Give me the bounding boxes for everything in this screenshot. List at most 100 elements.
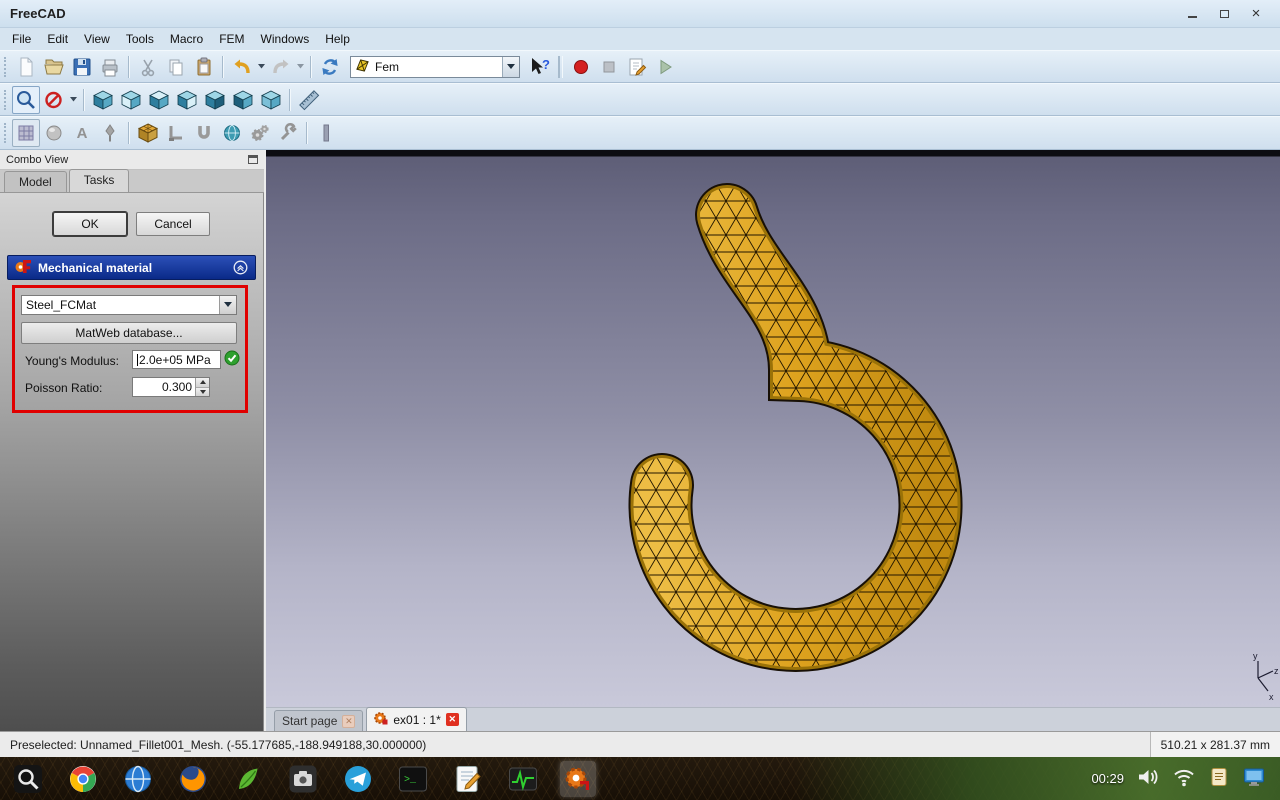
fem-hook-mesh[interactable]: [628, 183, 963, 672]
tab-start-page[interactable]: Start page ✕: [274, 710, 364, 731]
restore-button[interactable]: [1216, 6, 1232, 22]
axis-x-label: x: [1269, 692, 1274, 702]
front-view-icon[interactable]: [117, 86, 145, 114]
fem-toolbar: A: [0, 116, 1280, 150]
close-tab-icon[interactable]: ✕: [445, 713, 459, 726]
menu-windows[interactable]: Windows: [253, 29, 318, 49]
globe-icon[interactable]: [218, 119, 246, 147]
close-button[interactable]: ×: [1248, 6, 1264, 22]
magnet-icon[interactable]: [190, 119, 218, 147]
screenshot-icon[interactable]: [285, 761, 321, 797]
copy-icon[interactable]: [162, 53, 190, 81]
system-monitor-icon[interactable]: [505, 761, 541, 797]
combo-view-title: Combo View: [6, 153, 69, 166]
leaf-icon[interactable]: [230, 761, 266, 797]
firefox-icon[interactable]: [175, 761, 211, 797]
view-toolbar: [0, 83, 1280, 116]
menu-macro[interactable]: Macro: [162, 29, 211, 49]
sphere-icon[interactable]: [40, 119, 68, 147]
pin-icon[interactable]: [96, 119, 124, 147]
menu-view[interactable]: View: [76, 29, 118, 49]
tab-document-ex01[interactable]: ex01 : 1* ✕: [366, 707, 467, 731]
close-tab-icon[interactable]: ✕: [342, 714, 356, 728]
macro-record-icon[interactable]: [567, 53, 595, 81]
redo-icon[interactable]: [267, 53, 295, 81]
cut-icon[interactable]: [134, 53, 162, 81]
float-panel-icon[interactable]: [248, 155, 258, 164]
rear-view-icon[interactable]: [201, 86, 229, 114]
fit-all-icon[interactable]: [12, 85, 40, 114]
menu-file[interactable]: File: [4, 29, 39, 49]
toolbar-separator: [222, 55, 224, 78]
text-editor-icon[interactable]: [450, 761, 486, 797]
youngs-modulus-input[interactable]: 2.0e+05 MPa: [132, 350, 221, 369]
freecad-icon[interactable]: [560, 760, 596, 797]
search-icon[interactable]: [10, 761, 46, 797]
top-view-icon[interactable]: [145, 86, 173, 114]
grid-box-icon[interactable]: [12, 119, 40, 147]
save-icon[interactable]: [68, 53, 96, 81]
measure-icon[interactable]: [295, 86, 323, 114]
undo-dropdown-icon[interactable]: [256, 54, 267, 80]
mesh-cube-icon[interactable]: [134, 119, 162, 147]
minimize-button[interactable]: [1184, 6, 1200, 22]
macro-run-icon[interactable]: [651, 53, 679, 81]
spin-up-button[interactable]: [196, 378, 209, 388]
gears-icon[interactable]: [246, 119, 274, 147]
fem-document-icon: [374, 711, 388, 728]
material-select[interactable]: Steel_FCMat: [21, 295, 237, 315]
toolbar-handle[interactable]: [4, 56, 8, 77]
draw-style-icon[interactable]: [40, 86, 68, 114]
3d-viewport[interactable]: y z x: [266, 150, 1280, 707]
right-view-icon[interactable]: [173, 86, 201, 114]
paste-icon[interactable]: [190, 53, 218, 81]
left-view-icon[interactable]: [257, 86, 285, 114]
tab-tasks[interactable]: Tasks: [68, 169, 130, 192]
macro-edit-icon[interactable]: [623, 53, 651, 81]
mechanical-material-header[interactable]: Mechanical material: [7, 255, 256, 280]
collapse-section-icon[interactable]: [233, 260, 248, 275]
toolbar-handle[interactable]: [4, 89, 8, 110]
globe-browser-icon[interactable]: [120, 761, 156, 797]
bottom-view-icon[interactable]: [229, 86, 257, 114]
freecad-logo-icon: [15, 259, 32, 277]
column-icon[interactable]: [312, 119, 340, 147]
poisson-ratio-label: Poisson Ratio:: [25, 381, 103, 395]
workbench-dropdown-button[interactable]: [502, 56, 519, 77]
print-icon[interactable]: [96, 53, 124, 81]
menu-fem[interactable]: FEM: [211, 29, 252, 49]
terminal-icon[interactable]: >_: [395, 761, 431, 797]
tab-model[interactable]: Model: [4, 171, 67, 192]
cancel-button[interactable]: Cancel: [136, 212, 210, 236]
open-file-icon[interactable]: [40, 53, 68, 81]
ok-button[interactable]: OK: [53, 212, 127, 236]
whats-this-icon[interactable]: ?: [526, 53, 554, 81]
menu-help[interactable]: Help: [317, 29, 358, 49]
redo-dropdown-icon[interactable]: [295, 54, 306, 80]
new-file-icon[interactable]: [12, 53, 40, 81]
undo-icon[interactable]: [228, 53, 256, 81]
wifi-icon[interactable]: [1172, 765, 1196, 792]
volume-icon[interactable]: [1136, 765, 1160, 792]
display-icon[interactable]: [1242, 765, 1266, 792]
spin-down-button[interactable]: [196, 387, 209, 396]
notes-indicator-icon[interactable]: [1208, 766, 1230, 791]
matweb-database-button[interactable]: MatWeb database...: [21, 322, 237, 344]
menu-tools[interactable]: Tools: [118, 29, 162, 49]
poisson-ratio-spinbox[interactable]: 0.300: [132, 377, 210, 397]
workbench-selector[interactable]: Fem: [350, 55, 520, 78]
toolbar-separator: [128, 122, 130, 144]
draw-style-dropdown-icon[interactable]: [68, 87, 79, 113]
macro-stop-icon[interactable]: [595, 53, 623, 81]
refresh-icon[interactable]: [316, 53, 344, 81]
wrench-icon[interactable]: [274, 119, 302, 147]
material-select-dropdown-button[interactable]: [219, 296, 236, 314]
chrome-icon[interactable]: [65, 761, 101, 797]
menu-edit[interactable]: Edit: [39, 29, 76, 49]
toolbar-handle[interactable]: [4, 123, 8, 143]
clamp-icon[interactable]: [162, 119, 190, 147]
mdi-area: y z x Start page ✕ ex01 : 1* ✕: [266, 150, 1280, 731]
telegram-icon[interactable]: [340, 761, 376, 797]
axonometric-view-icon[interactable]: [89, 86, 117, 114]
letter-a-icon[interactable]: A: [68, 119, 96, 147]
